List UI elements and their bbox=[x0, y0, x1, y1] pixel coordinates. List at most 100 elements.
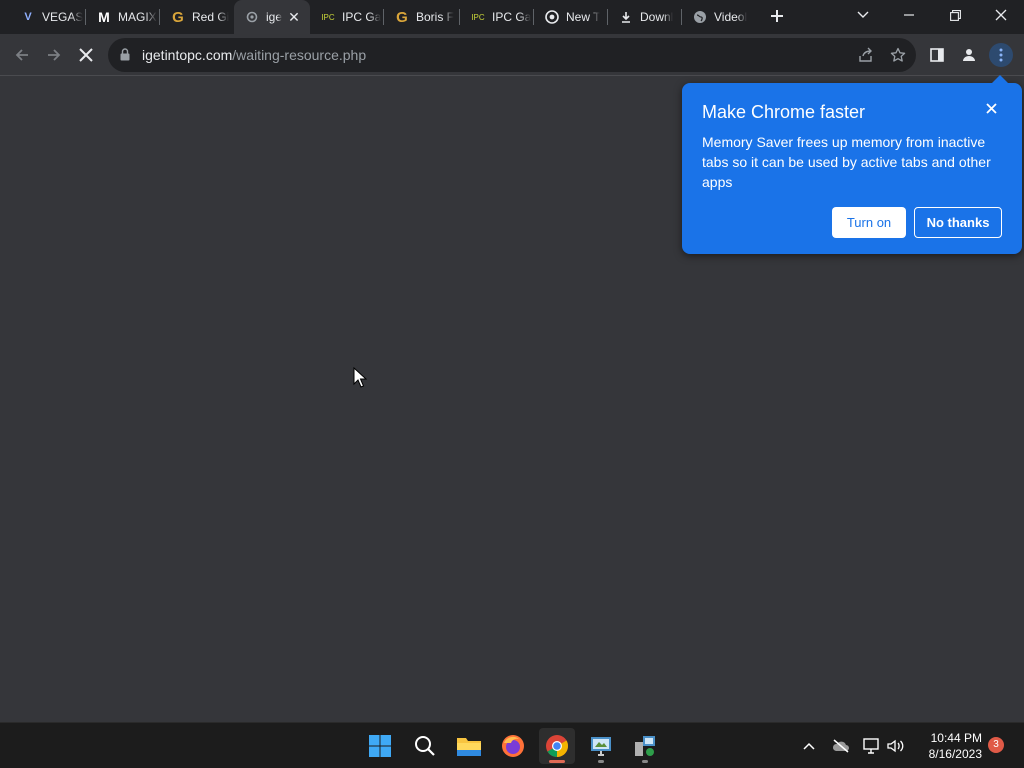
url-path: /waiting-resource.php bbox=[232, 47, 367, 63]
back-button[interactable] bbox=[10, 43, 34, 67]
network-app-icon bbox=[635, 736, 655, 756]
tab-title: ige bbox=[266, 10, 283, 24]
ipc-icon: IPC bbox=[471, 12, 485, 22]
taskbar-app-network[interactable] bbox=[627, 728, 663, 764]
tab-title: New T bbox=[566, 10, 601, 24]
vegas-icon: V bbox=[24, 11, 32, 23]
folder-icon bbox=[457, 738, 481, 756]
network-tray[interactable] bbox=[861, 735, 883, 757]
close-icon bbox=[995, 9, 1007, 21]
firefox-icon bbox=[502, 735, 524, 757]
bubble-body: Memory Saver frees up memory from inacti… bbox=[702, 134, 991, 190]
taskbar-chrome[interactable] bbox=[539, 728, 575, 764]
tab-title: VEGAS bbox=[42, 10, 84, 24]
minimize-icon bbox=[904, 14, 914, 16]
g-icon: G bbox=[172, 8, 184, 26]
no-thanks-button[interactable]: No thanks bbox=[914, 207, 1002, 238]
running-indicator bbox=[642, 760, 648, 763]
magix-icon: M bbox=[98, 9, 110, 25]
network-icon bbox=[863, 738, 879, 754]
address-bar[interactable]: igetintopc.com/waiting-resource.php bbox=[108, 38, 916, 72]
search-icon bbox=[415, 736, 435, 756]
bookmark-button[interactable] bbox=[886, 43, 910, 67]
mouse-cursor-icon bbox=[353, 366, 368, 393]
browser-toolbar: igetintopc.com/waiting-resource.php bbox=[0, 34, 1024, 76]
menu-button[interactable] bbox=[989, 43, 1013, 67]
forward-button[interactable] bbox=[42, 43, 66, 67]
tab-downloads[interactable]: Downl bbox=[608, 0, 682, 34]
loading-icon bbox=[244, 9, 260, 25]
tab-strip: V VEGAS M MAGIX G Red Gi ige ✕ IPC IPC G… bbox=[0, 0, 1024, 34]
tab-ipc-games-2[interactable]: IPC IPC Ga bbox=[460, 0, 534, 34]
stop-loading-button[interactable] bbox=[74, 43, 98, 67]
side-panel-button[interactable] bbox=[925, 43, 949, 67]
tab-title: IPC Ga bbox=[342, 10, 382, 24]
tab-igetintopc[interactable]: ige ✕ bbox=[234, 0, 310, 34]
taskbar-file-explorer[interactable] bbox=[451, 728, 487, 764]
plus-icon bbox=[771, 10, 783, 22]
show-hidden-icons-button[interactable] bbox=[798, 735, 820, 757]
back-arrow-icon bbox=[15, 49, 28, 61]
restore-button[interactable] bbox=[932, 0, 978, 30]
lock-icon bbox=[120, 48, 130, 66]
download-icon bbox=[618, 9, 634, 25]
tab-title: Red Gi bbox=[192, 10, 230, 24]
forward-arrow-icon bbox=[48, 49, 61, 61]
tab-new-tab[interactable]: New T bbox=[534, 0, 608, 34]
new-tab-button[interactable] bbox=[766, 6, 788, 28]
tab-boris[interactable]: G Boris F bbox=[384, 0, 460, 34]
ipc-icon: IPC bbox=[321, 12, 335, 22]
monitor-app-icon bbox=[591, 737, 611, 756]
clock-date: 8/16/2023 bbox=[928, 747, 982, 761]
clock-time: 10:44 PM bbox=[930, 731, 982, 745]
person-icon bbox=[963, 49, 975, 61]
tab-video[interactable]: Videol bbox=[682, 0, 756, 34]
bubble-close-button[interactable] bbox=[982, 101, 1000, 119]
bubble-title: Make Chrome faster bbox=[702, 102, 866, 122]
stop-icon bbox=[79, 48, 93, 62]
tab-title: Boris F bbox=[416, 10, 455, 24]
close-icon bbox=[985, 103, 997, 114]
globe-icon bbox=[692, 9, 708, 25]
volume-tray[interactable] bbox=[885, 735, 907, 757]
tab-title: Downl bbox=[640, 10, 674, 24]
g-icon: G bbox=[396, 8, 408, 26]
profile-button[interactable] bbox=[957, 43, 981, 67]
more-vertical-icon bbox=[999, 48, 1003, 62]
tab-title: MAGIX bbox=[118, 10, 157, 24]
tab-magix[interactable]: M MAGIX bbox=[86, 0, 160, 34]
cloud-off-icon bbox=[832, 739, 849, 753]
active-indicator bbox=[549, 760, 565, 763]
speaker-icon bbox=[887, 739, 904, 753]
side-panel-icon bbox=[930, 48, 944, 62]
turn-on-button[interactable]: Turn on bbox=[832, 207, 906, 238]
chrome-icon bbox=[546, 735, 568, 757]
search-button[interactable] bbox=[407, 728, 443, 764]
url-domain: igetintopc.com bbox=[142, 47, 233, 63]
url-text: igetintopc.com/waiting-resource.php bbox=[142, 47, 366, 63]
chevron-up-icon bbox=[803, 742, 815, 750]
share-button[interactable] bbox=[854, 43, 878, 67]
tab-title: IPC Ga bbox=[492, 10, 532, 24]
tab-vegas[interactable]: V VEGAS bbox=[10, 0, 86, 34]
start-button[interactable] bbox=[362, 728, 398, 764]
minimize-button[interactable] bbox=[886, 0, 932, 30]
tab-red-giant[interactable]: G Red Gi bbox=[160, 0, 234, 34]
close-tab-icon[interactable]: ✕ bbox=[286, 9, 302, 25]
taskbar-clock[interactable]: 10:44 PM 8/16/2023 bbox=[916, 730, 982, 762]
onedrive-tray[interactable] bbox=[830, 735, 852, 757]
close-window-button[interactable] bbox=[978, 0, 1024, 30]
share-icon bbox=[859, 47, 872, 62]
restore-icon bbox=[949, 9, 961, 21]
star-icon bbox=[890, 47, 906, 62]
memory-saver-bubble: Make Chrome faster Memory Saver frees up… bbox=[682, 75, 1022, 254]
taskbar-firefox[interactable] bbox=[495, 728, 531, 764]
notification-badge[interactable]: 3 bbox=[988, 737, 1004, 753]
windows-icon bbox=[369, 735, 391, 757]
taskbar: 10:44 PM 8/16/2023 3 bbox=[0, 722, 1024, 768]
taskbar-app-monitor[interactable] bbox=[583, 728, 619, 764]
running-indicator bbox=[598, 760, 604, 763]
tab-search-button[interactable] bbox=[840, 0, 886, 30]
chrome-icon bbox=[544, 9, 560, 25]
tab-ipc-games-1[interactable]: IPC IPC Ga bbox=[310, 0, 384, 34]
